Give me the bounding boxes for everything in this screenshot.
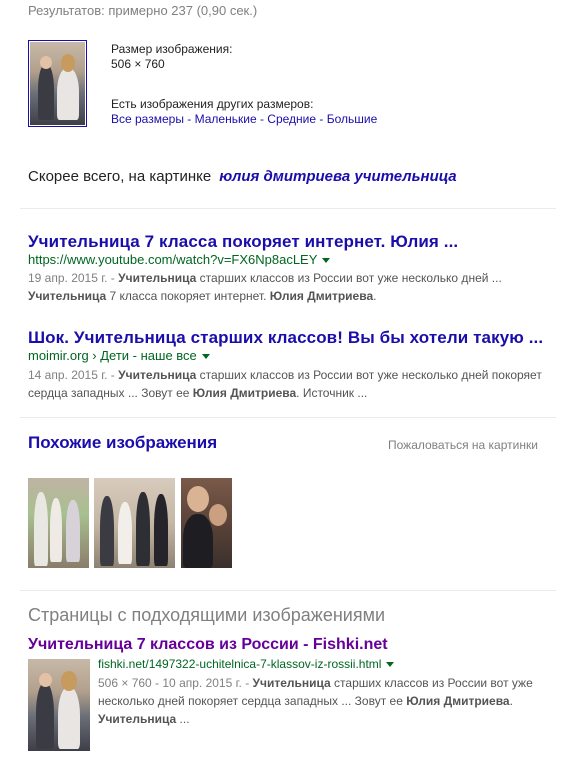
size-links: Все размеры - Маленькие - Средние - Боль… <box>111 112 377 126</box>
similar-image-1[interactable] <box>28 478 89 568</box>
page-result-thumbnail[interactable] <box>28 659 90 751</box>
snippet-text: . Источник ... <box>296 386 368 400</box>
similar-image-2[interactable] <box>94 478 175 568</box>
page-result-snippet: 506 × 760 - 10 апр. 2015 г. - Учительниц… <box>98 674 538 728</box>
image-size-info: Размер изображения: 506 × 760 <box>111 42 232 72</box>
result-snippet: 14 апр. 2015 г. - Учительница старших кл… <box>28 366 548 402</box>
snippet-bold: Учительница <box>118 271 197 285</box>
page-result-title-link[interactable]: Учительница 7 классов из России - Fishki… <box>28 636 388 654</box>
size-separator: - <box>256 112 268 126</box>
size-link-large[interactable]: Большие <box>327 112 378 126</box>
snippet-bold: Учительница <box>252 676 331 690</box>
snippet-bold: Юлия Дмитриева <box>192 386 297 400</box>
snippet-bold: Учительница <box>98 712 177 726</box>
page-result-meta: 506 × 760 - 10 апр. 2015 г. - <box>98 676 253 690</box>
best-guess-prefix: Скорее всего, на картинке <box>28 168 212 185</box>
caret-down-icon[interactable] <box>201 354 210 360</box>
result-url-text: https://www.youtube.com/watch?v=FX6Np8ac… <box>28 252 318 267</box>
snippet-bold: Юлия Дмитриева <box>269 289 374 303</box>
size-separator: - <box>316 112 327 126</box>
page-result-url-text: fishki.net/1497322-uchitelnica-7-klassov… <box>98 657 382 671</box>
snippet-text: . <box>373 289 377 303</box>
image-size-label: Размер изображения: <box>111 42 233 56</box>
snippet-text: старших классов из России вот уже нескол… <box>196 271 502 285</box>
page-result-url: fishki.net/1497322-uchitelnica-7-klassov… <box>98 657 395 671</box>
size-separator: - <box>183 112 195 126</box>
similar-image-3[interactable] <box>181 478 232 568</box>
divider <box>20 590 556 591</box>
divider <box>20 417 556 418</box>
result-title-link[interactable]: Шок. Учительница старших классов! Вы бы … <box>28 328 543 348</box>
result-snippet: 19 апр. 2015 г. - Учительница старших кл… <box>28 269 548 305</box>
result-date: 14 апр. 2015 г. - <box>28 368 119 382</box>
other-sizes-label: Есть изображения других размеров: <box>111 97 314 111</box>
similar-images-heading[interactable]: Похожие изображения <box>28 433 217 453</box>
result-url-text: moimir.org › Дети - наше все <box>28 348 197 363</box>
image-size-value: 506 × 760 <box>111 57 165 71</box>
size-link-medium[interactable]: Средние <box>267 112 316 126</box>
snippet-text: . <box>509 694 513 708</box>
snippet-bold: Юлия Дмитриева <box>406 694 510 708</box>
query-image-thumbnail[interactable] <box>28 40 87 127</box>
report-images-link[interactable]: Пожаловаться на картинки <box>388 438 538 452</box>
snippet-text: 7 класса покоряет интернет. <box>106 289 270 303</box>
result-url: https://www.youtube.com/watch?v=FX6Np8ac… <box>28 252 331 267</box>
best-guess: Скорее всего, на картинке юлия дмитриева … <box>28 168 457 185</box>
size-link-small[interactable]: Маленькие <box>195 112 257 126</box>
caret-down-icon[interactable] <box>386 662 395 668</box>
result-date: 19 апр. 2015 г. - <box>28 271 119 285</box>
snippet-text: ... <box>176 712 190 726</box>
caret-down-icon[interactable] <box>322 258 331 264</box>
size-link-all[interactable]: Все размеры <box>111 112 184 126</box>
snippet-bold: Учительница <box>28 289 107 303</box>
matching-pages-heading: Страницы с подходящими изображениями <box>28 605 386 625</box>
snippet-bold: Учительница <box>118 368 197 382</box>
results-stats: Результатов: примерно 237 (0,90 сек.) <box>28 3 258 18</box>
best-guess-query-link[interactable]: юлия дмитриева учительница <box>219 168 456 185</box>
result-title-link[interactable]: Учительница 7 класса покоряет интернет. … <box>28 232 458 252</box>
divider <box>20 208 556 209</box>
result-url: moimir.org › Дети - наше все <box>28 348 210 363</box>
